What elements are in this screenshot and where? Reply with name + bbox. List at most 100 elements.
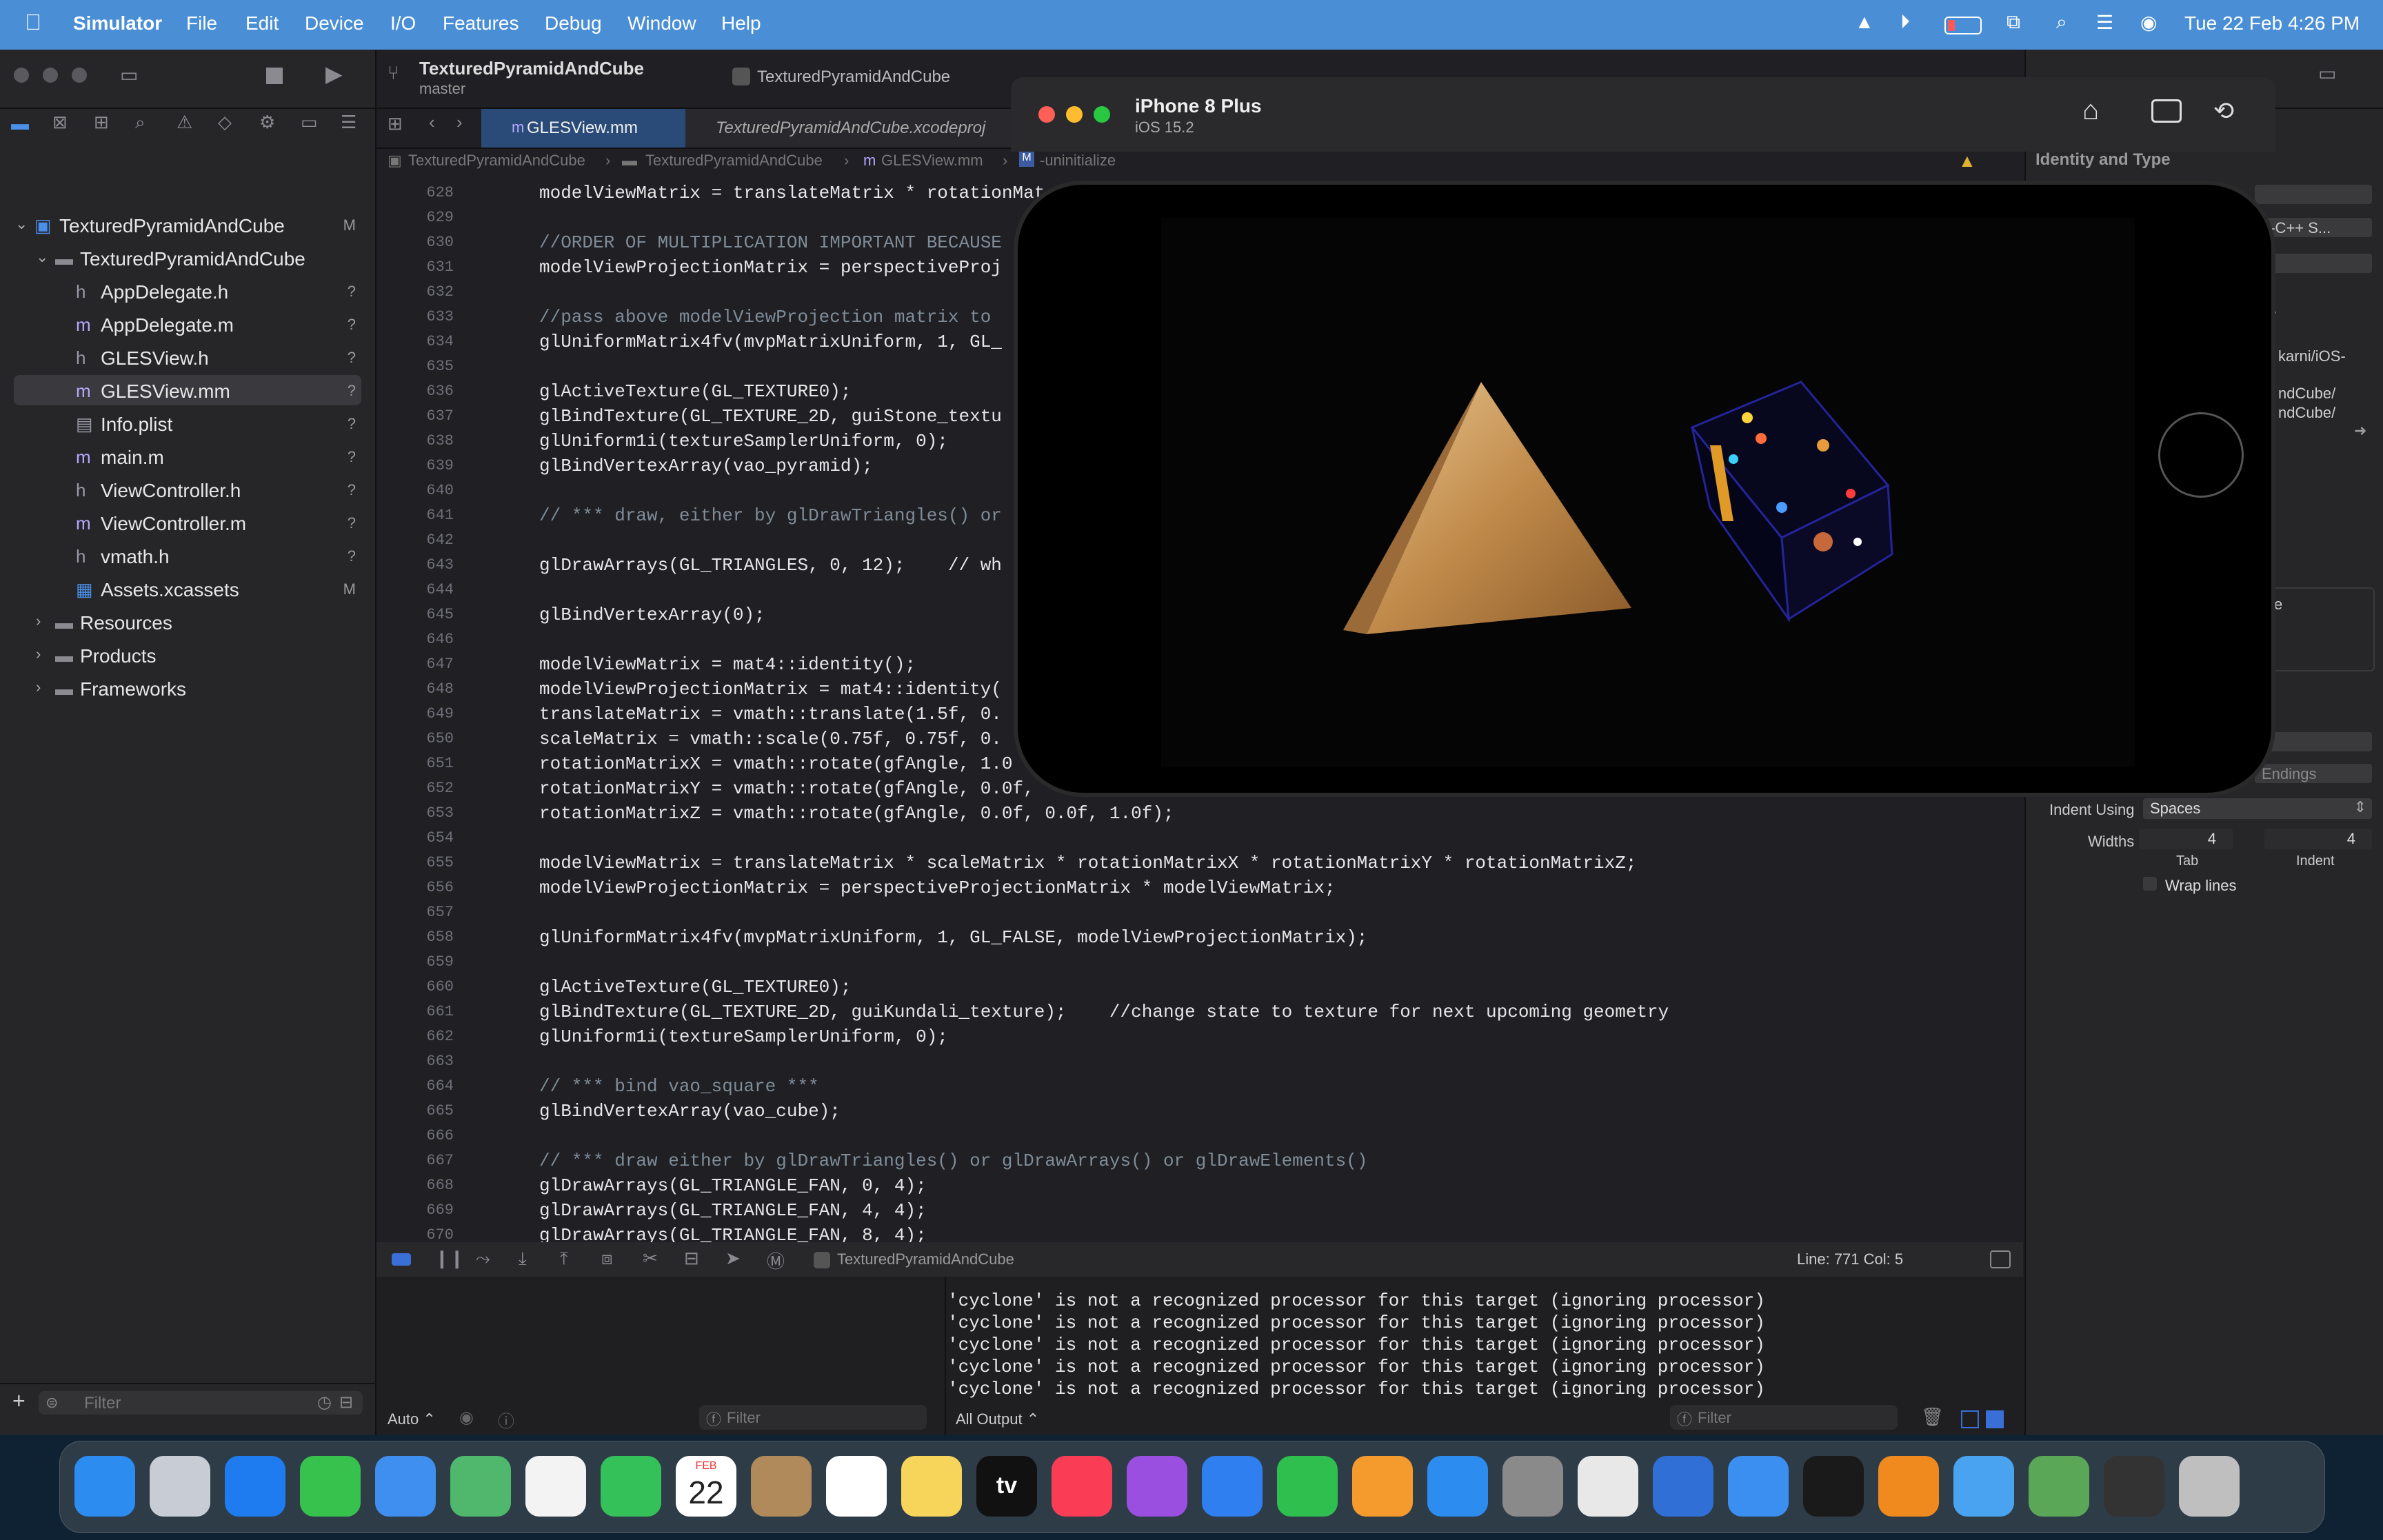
scheme-selector[interactable]: TexturedPyramidAndCube (732, 65, 981, 90)
siri-icon[interactable]: ◉ (2140, 11, 2157, 34)
code-text[interactable]: glUniformMatrix4fv(mvpMatrixUniform, 1, … (539, 927, 1367, 948)
dock-calendar-icon[interactable]: FEB 22 (676, 1456, 736, 1517)
reveal-arrow-icon[interactable]: ➜ (2354, 422, 2366, 440)
jumpbar-item[interactable]: TexturedPyramidAndCube (408, 152, 585, 170)
menu-device[interactable]: Device (305, 12, 364, 34)
code-text[interactable]: glBindVertexArray(vao_pyramid); (539, 456, 873, 476)
code-text[interactable]: glBindVertexArray(vao_cube); (539, 1101, 841, 1122)
memory-graph-icon[interactable]: ✂ (643, 1248, 658, 1269)
variables-filter[interactable]: ⓕ Filter (699, 1405, 927, 1430)
code-text[interactable]: //pass above modelViewProjection matrix … (539, 307, 991, 327)
grid-icon[interactable]: ⊞ (388, 113, 403, 134)
navigator-item[interactable]: › ▬ Products (14, 640, 361, 670)
back-icon[interactable]: ‹ (429, 112, 435, 133)
play-status-icon[interactable]: ⏵ (1900, 11, 1910, 34)
code-text[interactable]: glBindVertexArray(0); (539, 605, 765, 625)
right-pane-toggle-icon[interactable] (1986, 1410, 2004, 1428)
wrap-lines-checkbox[interactable] (2143, 877, 2157, 891)
code-text[interactable]: // *** draw either by glDrawTriangles() … (539, 1151, 1367, 1171)
menu-debug[interactable]: Debug (545, 12, 602, 34)
control-center-icon[interactable]: ☰ (2096, 11, 2113, 34)
step-over-icon[interactable]: ⤳ (476, 1248, 490, 1270)
eye-icon[interactable]: ◉ (459, 1408, 474, 1428)
navigator-item[interactable]: m ViewController.m? (14, 507, 361, 538)
source-control-icon[interactable]: ⊠ (52, 112, 68, 133)
navigator-item[interactable]: ⌄ ▣ TexturedPyramidAndCube M (14, 210, 361, 240)
breakpoint-nav-icon[interactable]: ▭ (301, 112, 318, 133)
navigator-item[interactable]: ⌄ ▬ TexturedPyramidAndCube (14, 243, 361, 273)
menu-help[interactable]: Help (721, 12, 761, 34)
minimize-button[interactable] (43, 68, 58, 83)
code-text[interactable]: glDrawArrays(GL_TRIANGLE_FAN, 0, 4); (539, 1175, 927, 1196)
debug-target[interactable]: TexturedPyramidAndCube (837, 1250, 1014, 1268)
code-text[interactable]: modelViewMatrix = mat4::identity(); (539, 654, 916, 675)
code-line[interactable]: 655 modelViewMatrix = translateMatrix * s… (376, 851, 2023, 875)
code-text[interactable]: // *** bind vao_square *** (539, 1076, 819, 1097)
menu-features[interactable]: Features (443, 12, 519, 34)
dock-screen-icon[interactable] (2104, 1456, 2164, 1517)
inspector-toggle-icon[interactable]: ▭ (2318, 62, 2336, 85)
code-text[interactable]: glActiveTexture(GL_TEXTURE0); (539, 977, 851, 997)
gl-viewport[interactable] (1161, 218, 2135, 767)
dock-notes-icon[interactable] (901, 1456, 962, 1517)
simulator-zoom-button[interactable] (1094, 106, 1110, 123)
dock-instruments-icon[interactable] (1728, 1456, 1789, 1517)
simulator-minimize-button[interactable] (1066, 106, 1083, 123)
dock-maps-icon[interactable] (450, 1456, 511, 1517)
code-text[interactable]: scaleMatrix = vmath::scale(0.75f, 0.75f,… (539, 729, 1002, 749)
code-text[interactable]: glUniform1i(textureSamplerUniform, 0); (539, 1026, 948, 1047)
code-text[interactable]: glActiveTexture(GL_TEXTURE0); (539, 381, 851, 402)
navigator-item[interactable]: › ▬ Resources (14, 607, 361, 637)
dock-numbers-icon[interactable] (1277, 1456, 1338, 1517)
code-text[interactable]: modelViewProjectionMatrix = mat4::identi… (539, 679, 1002, 700)
code-line[interactable]: 666 (376, 1124, 2023, 1148)
debug-area-toggle-icon[interactable] (1990, 1250, 2011, 1268)
code-text[interactable]: //ORDER OF MULTIPLICATION IMPORTANT BECA… (539, 232, 1002, 253)
code-line[interactable]: 659 (376, 950, 2023, 975)
apple-menu-icon[interactable]:  (25, 10, 41, 35)
dock-podcasts-icon[interactable] (1127, 1456, 1187, 1517)
indent-width-field[interactable]: 4 (2264, 829, 2372, 849)
chevron-down-icon[interactable]: ⌄ (36, 248, 54, 267)
code-line[interactable]: 653 rotationMatrixZ = vmath::rotate(gfAng… (376, 801, 2023, 826)
find-nav-icon[interactable]: ⌕ (135, 112, 145, 134)
indent-using-select[interactable]: Spaces ⇕ (2143, 798, 2372, 819)
dock-app-store-icon[interactable] (1427, 1456, 1488, 1517)
code-text[interactable]: rotationMatrixZ = vmath::rotate(gfAngle,… (539, 803, 1174, 824)
code-text[interactable]: glBindTexture(GL_TEXTURE_2D, guiStone_te… (539, 406, 1002, 427)
navigator-item[interactable]: h vmath.h? (14, 540, 361, 571)
step-out-icon[interactable]: ⤒ (560, 1248, 568, 1270)
simulator-close-button[interactable] (1038, 106, 1055, 123)
code-line[interactable]: 662 glUniform1i(textureSamplerUniform, 0)… (376, 1024, 2023, 1049)
dock-textedit-icon[interactable] (1578, 1456, 1638, 1517)
chevron-right-icon[interactable]: › (36, 612, 54, 631)
issue-nav-icon[interactable]: ⚠ (177, 112, 192, 133)
code-text[interactable]: glDrawArrays(GL_TRIANGLES, 0, 12); // wh (539, 555, 1002, 576)
code-text[interactable]: glUniform1i(textureSamplerUniform, 0); (539, 431, 948, 452)
chevron-down-icon[interactable]: ⌄ (15, 215, 33, 234)
filter-options-icon[interactable]: ⊟ (339, 1392, 353, 1412)
dock-downloads-icon[interactable] (1953, 1456, 2014, 1517)
dock-safari-icon[interactable] (225, 1456, 285, 1517)
menu-window[interactable]: Window (627, 12, 696, 34)
close-button[interactable] (14, 68, 29, 83)
clock[interactable]: Tue 22 Feb 4:26 PM (2184, 12, 2360, 34)
hide-debug-icon[interactable] (392, 1253, 411, 1266)
name-field[interactable] (2255, 185, 2372, 204)
tab-width-field[interactable]: 4 (2139, 829, 2233, 849)
line-endings-select[interactable]: Endings (2255, 764, 2372, 783)
left-pane-toggle-icon[interactable] (1961, 1410, 1979, 1428)
warning-icon[interactable]: ▲ (1958, 150, 1976, 172)
jumpbar-item[interactable]: -uninitialize (1040, 152, 1116, 170)
jumpbar-item[interactable]: TexturedPyramidAndCube (645, 152, 823, 170)
dock-trash-icon[interactable] (2179, 1456, 2240, 1517)
navigator-item[interactable]: h GLESView.h? (14, 342, 361, 372)
dock-messages-icon[interactable] (300, 1456, 361, 1517)
step-into-icon[interactable]: ⤓ (519, 1248, 527, 1270)
code-line[interactable]: 669 glDrawArrays(GL_TRIANGLE_FAN, 4, 4); (376, 1198, 2023, 1223)
vlc-status-icon[interactable]: ▲ (1855, 11, 1874, 33)
view-debugger-icon[interactable]: ⧈ (601, 1248, 613, 1270)
test-nav-icon[interactable]: ◇ (218, 112, 232, 133)
sidebar-toggle-icon[interactable]: ▭ (120, 63, 138, 86)
auto-selector[interactable]: Auto ⌃ (388, 1410, 436, 1428)
